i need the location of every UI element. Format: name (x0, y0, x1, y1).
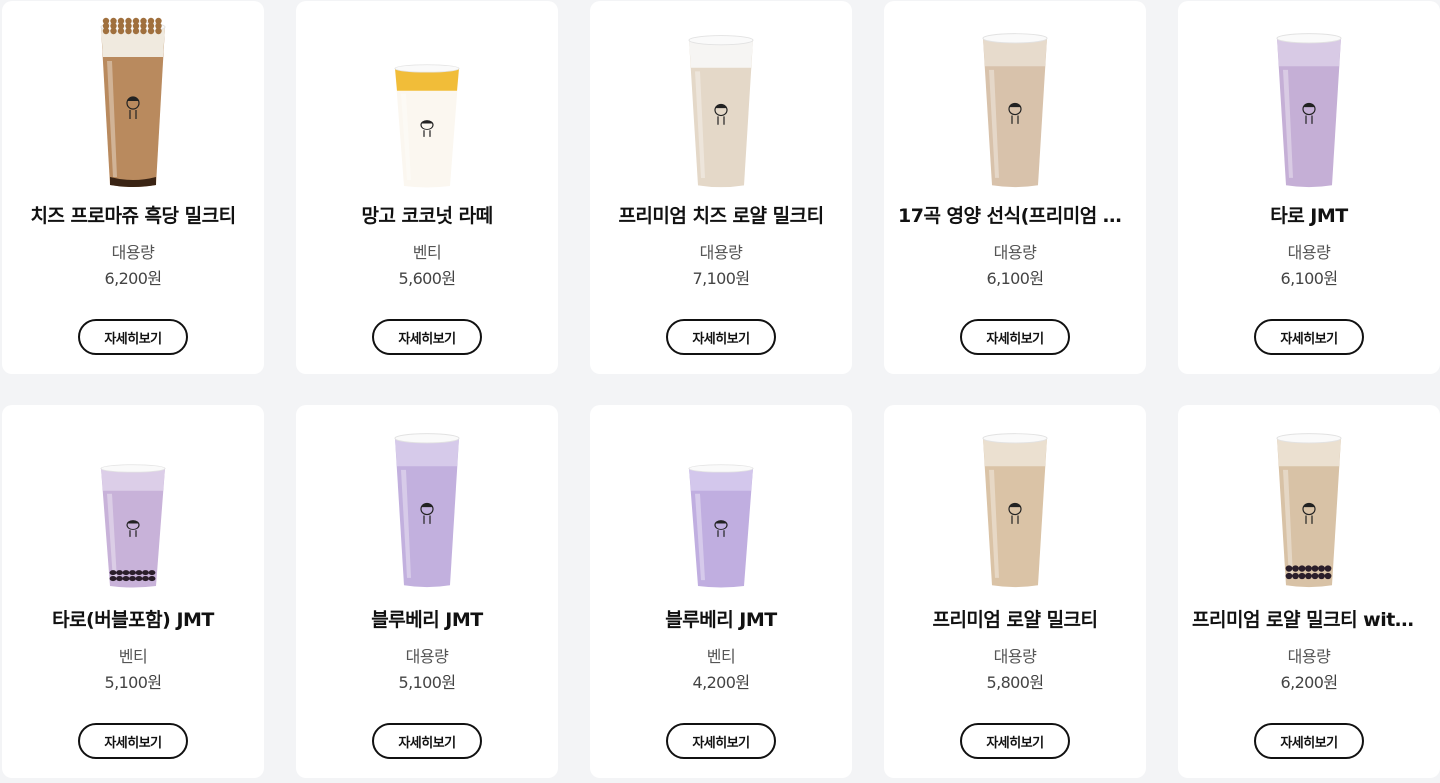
taro-bubble-jmt-image (100, 464, 166, 588)
product-name[interactable]: 망고 코코넛 라떼 (310, 201, 544, 228)
detail-button[interactable]: 자세히보기 (960, 319, 1070, 355)
product-name[interactable]: 프리미엄 로얄 밀크티 (898, 605, 1132, 632)
detail-button[interactable]: 자세히보기 (78, 319, 188, 355)
premium-royal-milk-tea-pearl-image (1276, 433, 1342, 588)
product-size: 대용량 (993, 647, 1037, 666)
product-card[interactable]: 블루베리 JMT 벤티 4,200원 자세히보기 (590, 405, 852, 778)
premium-cheese-royal-milk-tea-image (688, 35, 754, 188)
detail-button[interactable]: 자세히보기 (666, 319, 776, 355)
product-price: 6,200원 (1280, 673, 1339, 692)
product-image[interactable] (1178, 17, 1440, 189)
product-size: 대용량 (699, 243, 743, 262)
product-image[interactable] (590, 429, 852, 589)
product-card[interactable]: 타로 JMT 대용량 6,100원 자세히보기 (1178, 1, 1440, 374)
product-card[interactable]: 치즈 프로마쥬 흑당 밀크티 대용량 6,200원 자세히보기 (2, 1, 264, 374)
premium-royal-milk-tea-image (982, 433, 1048, 588)
product-size: 대용량 (1287, 647, 1331, 666)
product-size: 벤티 (412, 243, 442, 262)
product-name[interactable]: 타로 JMT (1192, 201, 1426, 228)
product-price: 7,100원 (692, 269, 751, 288)
blueberry-jmt-large-image (394, 433, 460, 588)
product-size: 벤티 (706, 647, 736, 666)
detail-button[interactable]: 자세히보기 (1254, 723, 1364, 759)
detail-button[interactable]: 자세히보기 (960, 723, 1070, 759)
product-image[interactable] (2, 17, 264, 189)
product-grid: 치즈 프로마쥬 흑당 밀크티 대용량 6,200원 자세히보기 망고 코코넛 라… (2, 1, 1440, 778)
detail-button[interactable]: 자세히보기 (78, 723, 188, 759)
product-card[interactable]: 타로(버블포함) JMT 벤티 5,100원 자세히보기 (2, 405, 264, 778)
product-image[interactable] (590, 17, 852, 189)
product-name[interactable]: 타로(버블포함) JMT (16, 605, 250, 632)
product-image[interactable] (296, 429, 558, 589)
product-name[interactable]: 치즈 프로마쥬 흑당 밀크티 (16, 201, 250, 228)
product-price: 5,100원 (104, 673, 163, 692)
product-size: 벤티 (118, 647, 148, 666)
product-price: 5,800원 (986, 673, 1045, 692)
product-card[interactable]: 프리미엄 로얄 밀크티 대용량 5,800원 자세히보기 (884, 405, 1146, 778)
product-price: 6,100원 (1280, 269, 1339, 288)
product-size: 대용량 (1287, 243, 1331, 262)
product-image[interactable] (296, 17, 558, 189)
product-image[interactable] (1178, 429, 1440, 589)
product-card[interactable]: 프리미엄 치즈 로얄 밀크티 대용량 7,100원 자세히보기 (590, 1, 852, 374)
detail-button[interactable]: 자세히보기 (1254, 319, 1364, 355)
product-card[interactable]: 프리미엄 로얄 밀크티 with 펄 대용량 6,200원 자세히보기 (1178, 405, 1440, 778)
blueberry-jmt-venti-image (688, 464, 754, 588)
grain-royal-milk-tea-image (982, 33, 1048, 188)
product-name[interactable]: 블루베리 JMT (310, 605, 544, 632)
cheese-brown-sugar-milk-tea-image (100, 17, 166, 187)
detail-button[interactable]: 자세히보기 (372, 723, 482, 759)
product-size: 대용량 (405, 647, 449, 666)
product-image[interactable] (884, 429, 1146, 589)
product-size: 대용량 (993, 243, 1037, 262)
product-price: 6,100원 (986, 269, 1045, 288)
product-card[interactable]: 17곡 영양 선식(프리미엄 로얄 밀크티) 대용량 6,100원 자세히보기 (884, 1, 1146, 374)
product-card[interactable]: 망고 코코넛 라떼 벤티 5,600원 자세히보기 (296, 1, 558, 374)
product-name[interactable]: 프리미엄 로얄 밀크티 with 펄 (1192, 605, 1426, 632)
taro-jmt-image (1276, 33, 1342, 188)
product-card[interactable]: 블루베리 JMT 대용량 5,100원 자세히보기 (296, 405, 558, 778)
detail-button[interactable]: 자세히보기 (666, 723, 776, 759)
mango-coconut-latte-image (394, 64, 460, 188)
product-name[interactable]: 블루베리 JMT (604, 605, 838, 632)
product-price: 6,200원 (104, 269, 163, 288)
product-image[interactable] (884, 17, 1146, 189)
detail-button[interactable]: 자세히보기 (372, 319, 482, 355)
product-price: 4,200원 (692, 673, 751, 692)
product-price: 5,600원 (398, 269, 457, 288)
product-price: 5,100원 (398, 673, 457, 692)
product-size: 대용량 (111, 243, 155, 262)
product-name[interactable]: 프리미엄 치즈 로얄 밀크티 (604, 201, 838, 228)
product-name[interactable]: 17곡 영양 선식(프리미엄 로얄 밀크티) (898, 201, 1132, 228)
product-image[interactable] (2, 429, 264, 589)
